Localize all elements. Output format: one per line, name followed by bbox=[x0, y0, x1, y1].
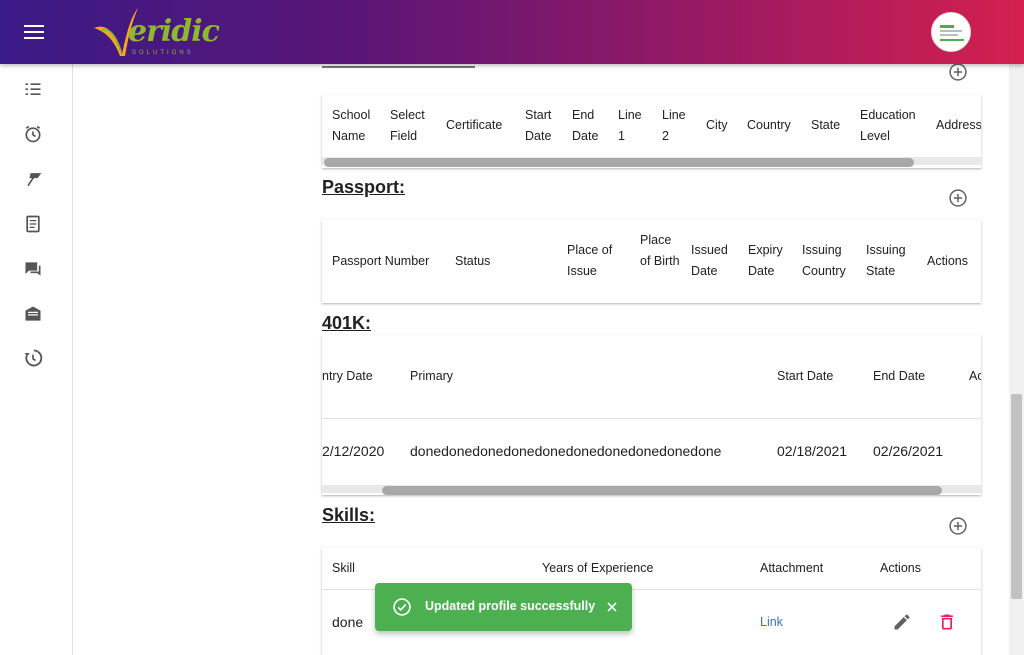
column-header: Education Level bbox=[860, 108, 916, 143]
add-education-icon[interactable] bbox=[948, 62, 968, 82]
column-header: End Date bbox=[572, 108, 599, 143]
column-header: Country bbox=[747, 118, 791, 132]
check-circle-icon bbox=[393, 598, 411, 616]
document-icon[interactable] bbox=[23, 214, 43, 234]
mail-icon[interactable] bbox=[23, 304, 43, 324]
column-header: Skill bbox=[332, 561, 355, 575]
checklist-icon[interactable] bbox=[23, 80, 43, 100]
column-header: Start Date bbox=[525, 108, 552, 143]
table-cell: 2/12/2020 bbox=[322, 443, 385, 459]
alarm-icon[interactable] bbox=[23, 124, 43, 144]
column-header: School Name bbox=[332, 108, 371, 143]
avatar[interactable] bbox=[931, 12, 971, 52]
add-passport-icon[interactable] bbox=[948, 188, 968, 208]
sidebar bbox=[0, 64, 73, 655]
column-header: Actions bbox=[927, 254, 968, 268]
column-header: End Date bbox=[873, 369, 926, 383]
delete-icon[interactable] bbox=[937, 612, 957, 632]
attachment-link[interactable]: Link bbox=[760, 615, 783, 629]
add-skill-icon[interactable] bbox=[948, 516, 968, 536]
column-header: Passport Number bbox=[332, 254, 430, 268]
column-header: Issued Date bbox=[691, 243, 728, 278]
menu-icon[interactable] bbox=[22, 22, 46, 42]
column-header: Issuing Country bbox=[802, 243, 846, 278]
scrollbar-thumb[interactable] bbox=[1011, 394, 1022, 599]
column-header: Address bbox=[936, 118, 981, 132]
history-icon[interactable] bbox=[23, 348, 43, 368]
401k-table: ntry Date Primary Start Date End Date Ac… bbox=[322, 335, 981, 495]
column-header: Attachment bbox=[760, 561, 824, 575]
goal-icon[interactable] bbox=[23, 169, 43, 189]
column-header: Select Field bbox=[390, 108, 425, 143]
table-cell: 02/26/2021 bbox=[873, 443, 944, 459]
logo-text: eridic bbox=[128, 14, 220, 49]
logo-subtitle: SOLUTIONS bbox=[132, 50, 194, 56]
vertical-scrollbar[interactable] bbox=[1009, 64, 1024, 655]
column-header: Issuing State bbox=[866, 243, 906, 278]
column-header: Years of Experience bbox=[542, 561, 654, 575]
snackbar-message: Updated profile successfully bbox=[425, 599, 596, 613]
column-header: Start Date bbox=[777, 369, 834, 383]
table-cell: donedonedonedonedonedonedonedonedonedone bbox=[410, 443, 722, 459]
edit-icon[interactable] bbox=[892, 612, 912, 632]
success-snackbar: Updated profile successfully bbox=[375, 583, 632, 631]
column-header: Place of Issue bbox=[567, 243, 613, 278]
app-header: eridic SOLUTIONS bbox=[0, 0, 1024, 64]
column-header: Line 1 bbox=[618, 108, 642, 143]
column-header: ntry Date bbox=[322, 369, 373, 383]
table-cell: done bbox=[332, 614, 364, 630]
column-header: Primary bbox=[410, 369, 454, 383]
section-title-passport: Passport: bbox=[322, 177, 406, 197]
horizontal-scrollbar[interactable] bbox=[322, 157, 981, 167]
column-header: City bbox=[706, 118, 728, 132]
chat-icon[interactable] bbox=[23, 259, 43, 279]
section-title-401k: 401K: bbox=[322, 313, 372, 333]
table-cell: 02/18/2021 bbox=[777, 443, 848, 459]
column-header: State bbox=[811, 118, 841, 132]
divider bbox=[322, 418, 981, 419]
column-header: Status bbox=[455, 254, 491, 268]
column-header: Actions bbox=[880, 561, 921, 575]
column-header: Certificate bbox=[446, 118, 503, 132]
column-header: Ac bbox=[969, 369, 981, 383]
company-logo: eridic SOLUTIONS bbox=[92, 6, 220, 60]
passport-table: Passport Number Status Place of Issue Pl… bbox=[322, 220, 981, 303]
section-title-skills: Skills: bbox=[322, 505, 376, 525]
horizontal-scrollbar[interactable] bbox=[322, 485, 981, 495]
scrollbar-thumb[interactable] bbox=[324, 158, 914, 167]
close-icon[interactable] bbox=[605, 600, 619, 614]
education-table: School Name Select Field Certificate Sta… bbox=[322, 95, 981, 168]
scrollbar-thumb[interactable] bbox=[382, 486, 942, 495]
column-header: Line 2 bbox=[662, 108, 686, 143]
column-header: Expiry Date bbox=[748, 243, 783, 278]
section-title-partial bbox=[322, 66, 475, 68]
column-header: Place of Birth bbox=[640, 233, 680, 268]
